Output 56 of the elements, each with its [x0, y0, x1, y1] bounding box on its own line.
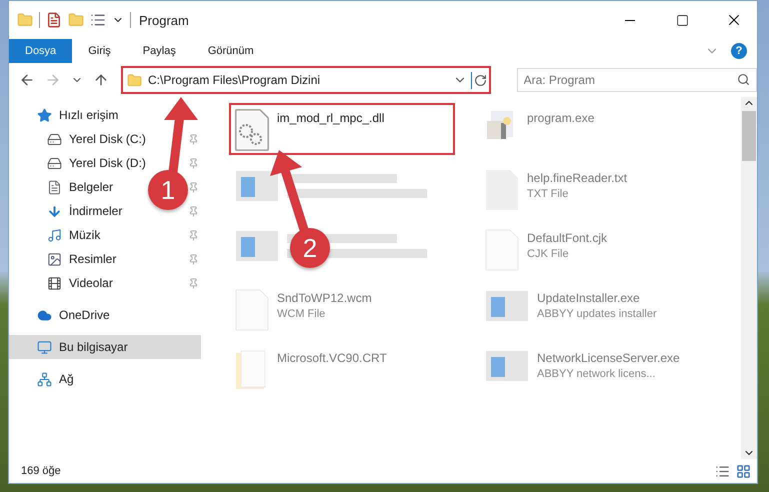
- file-name: im_mod_rl_mpc_.dll: [277, 111, 384, 125]
- address-field[interactable]: C:\Program Files\Program Dizini: [123, 68, 471, 92]
- sidebar-item[interactable]: Resimler: [47, 252, 116, 266]
- window-title: Program: [139, 12, 189, 28]
- file-name: Microsoft.VC90.CRT: [277, 351, 387, 365]
- search-field[interactable]: Ara: Program: [516, 68, 757, 92]
- maximize-icon: [676, 14, 688, 26]
- file-name: SndToWP12.wcm: [277, 291, 372, 305]
- details-view-icon[interactable]: [715, 464, 730, 478]
- search-icon: [737, 73, 750, 86]
- network-icon: [37, 372, 52, 386]
- file-type: TXT File: [527, 188, 570, 200]
- ribbon-tab[interactable]: Görünüm: [192, 39, 270, 63]
- drive-icon: [47, 132, 62, 146]
- file-type: ABBYY updates installer: [537, 308, 657, 320]
- sidebar-item[interactable]: Videolar: [47, 276, 113, 290]
- item-count: 169 öğe: [21, 465, 61, 477]
- ribbon-tab[interactable]: Paylaş: [126, 39, 192, 63]
- sidebar-item[interactable]: Müzik: [47, 228, 100, 242]
- sidebar-item[interactable]: Belgeler: [47, 180, 114, 194]
- music-icon: [47, 228, 62, 242]
- properties-icon[interactable]: [90, 12, 106, 28]
- image-icon: [47, 252, 62, 266]
- file-name: program.exe: [527, 111, 594, 125]
- file-name: NetworkLicenseServer.exe: [537, 351, 680, 365]
- document-icon: [47, 180, 62, 194]
- sidebar-item[interactable]: Ağ: [37, 372, 74, 386]
- file-name: UpdateInstaller.exe: [537, 291, 641, 305]
- film-icon: [47, 276, 62, 290]
- sidebar-item[interactable]: Hızlı erişim: [37, 108, 118, 122]
- file-name: DefaultFont.cjk: [527, 231, 608, 245]
- ribbon-tab[interactable]: Giriş: [72, 39, 127, 63]
- sidebar-item[interactable]: Bu bilgisayar: [9, 335, 201, 359]
- scrollbar-thumb[interactable]: [742, 111, 756, 161]
- file-type: WCM File: [277, 308, 326, 320]
- star-icon: [37, 108, 52, 122]
- cloud-icon: [37, 308, 52, 322]
- scrollbar[interactable]: [741, 97, 757, 459]
- sidebar-item[interactable]: İndirmeler: [47, 204, 122, 218]
- ribbon-tab[interactable]: Dosya: [9, 39, 72, 63]
- large-icons-view-icon[interactable]: [736, 464, 751, 478]
- folder-icon: [127, 72, 142, 88]
- sidebar-item[interactable]: OneDrive: [37, 308, 110, 322]
- refresh-icon: [474, 74, 487, 86]
- sidebar-item[interactable]: Yerel Disk (D:): [47, 156, 146, 170]
- file-type: ABBYY network licens...: [537, 368, 656, 380]
- file-name: help.fineReader.txt: [527, 171, 628, 185]
- help-button[interactable]: ?: [731, 43, 747, 59]
- refresh-button[interactable]: [470, 72, 489, 88]
- drive-icon: [47, 156, 62, 170]
- download-icon: [47, 204, 62, 218]
- file-type: CJK File: [527, 248, 570, 260]
- checklist-icon[interactable]: [46, 12, 62, 28]
- highlight-frame[interactable]: im_mod_rl_mpc_.dll: [229, 103, 455, 155]
- sidebar-item[interactable]: Yerel Disk (C:): [47, 132, 146, 146]
- computer-icon: [37, 340, 52, 354]
